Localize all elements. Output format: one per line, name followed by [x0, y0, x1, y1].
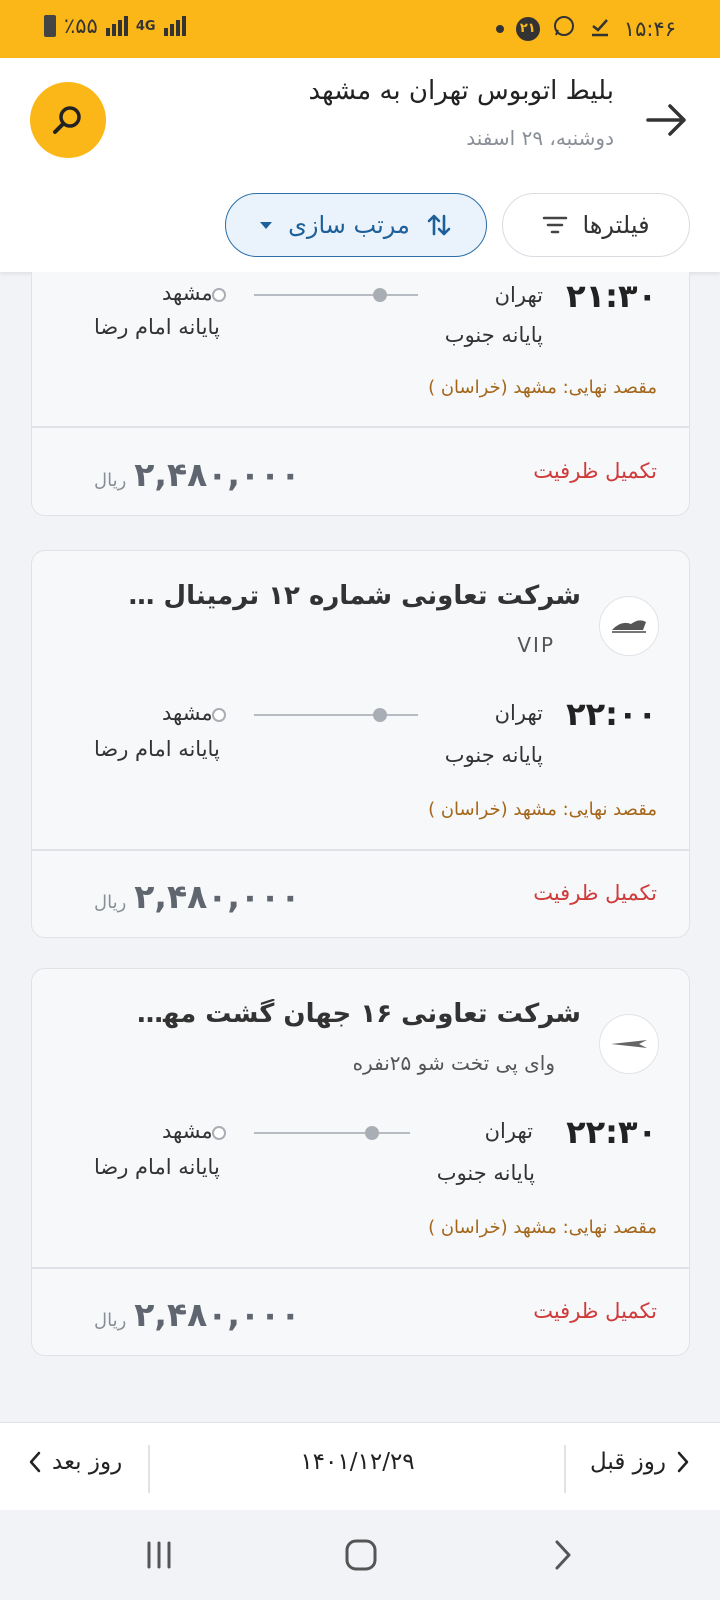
- home-button[interactable]: [336, 1532, 386, 1578]
- destination-terminal: پایانه امام رضا: [94, 737, 220, 761]
- price-amount: ۲,۴۸۰,۰۰۰: [134, 877, 301, 916]
- chevron-right-icon: [677, 1451, 689, 1473]
- route-end-dot: [212, 708, 226, 722]
- system-back-button[interactable]: [538, 1532, 588, 1578]
- final-destination: مقصد نهایی: مشهد (خراسان ): [428, 1217, 657, 1238]
- sort-button[interactable]: مرتب سازی: [225, 193, 487, 257]
- arrow-right-icon: [646, 104, 686, 136]
- price-currency: ریال: [94, 1310, 127, 1331]
- back-button[interactable]: [642, 98, 692, 142]
- status-full-text: تکمیل ظرفیت: [533, 1299, 657, 1323]
- filter-lines-icon: [543, 216, 568, 234]
- price: ۲,۴۸۰,۰۰۰ ریال: [94, 877, 300, 916]
- recent-apps-button[interactable]: [134, 1532, 184, 1578]
- route-start-dot: [373, 288, 387, 302]
- signal-icon-2: [163, 16, 186, 36]
- chevron-left-icon: [29, 1451, 41, 1473]
- status-full-text: تکمیل ظرفیت: [533, 881, 657, 905]
- network-type: 4G: [135, 18, 156, 34]
- departure-time: ۲۱:۳۰: [566, 277, 657, 315]
- status-bar: ٪۵۵ 4G ۲۱ ۱۵:۴۶: [0, 0, 720, 58]
- page-title: بلیط اتوبوس تهران به مشهد: [308, 76, 614, 106]
- separator: [564, 1445, 566, 1493]
- company-logo: [599, 1014, 659, 1074]
- clock-time: ۱۵:۴۶: [623, 16, 676, 41]
- app-header: بلیط اتوبوس تهران به مشهد دوشنبه، ۲۹ اسف…: [0, 58, 720, 272]
- price-currency: ریال: [94, 892, 127, 913]
- status-right: ۲۱ ۱۵:۴۶: [495, 14, 676, 43]
- recent-apps-icon: [147, 1541, 171, 1569]
- trip-list[interactable]: ۲۱:۳۰ تهران پایانه جنوب مشهد پایانه امام…: [0, 272, 720, 1422]
- filters-button[interactable]: فیلترها: [502, 193, 690, 257]
- notification-dot-icon: [495, 24, 504, 33]
- bus-company-logo-icon: [611, 1040, 647, 1048]
- price-amount: ۲,۴۸۰,۰۰۰: [134, 455, 301, 494]
- price-currency: ریال: [94, 470, 127, 491]
- status-left: ٪۵۵ 4G: [44, 14, 186, 38]
- route-line: [254, 1132, 410, 1134]
- destination-city: مشهد: [162, 701, 213, 725]
- search-icon: [53, 106, 81, 134]
- page-subtitle-date: دوشنبه، ۲۹ اسفند: [466, 126, 614, 150]
- route-line: [254, 714, 418, 716]
- previous-day-button[interactable]: روز قبل: [590, 1449, 690, 1475]
- trip-card[interactable]: شرکت تعاونی شماره ۱۲ ترمینال جنوب VIP ۲۲…: [31, 550, 690, 938]
- home-icon: [345, 1539, 377, 1571]
- card-divider: [32, 849, 689, 851]
- route-start-dot: [373, 708, 387, 722]
- final-destination: مقصد نهایی: مشهد (خراسان ): [428, 377, 657, 398]
- bus-type: VIP: [517, 633, 555, 657]
- battery-icon: [44, 15, 56, 37]
- price: ۲,۴۸۰,۰۰۰ ریال: [94, 1295, 300, 1334]
- previous-day-label: روز قبل: [590, 1449, 666, 1475]
- route-start-dot: [365, 1126, 379, 1140]
- chevron-down-icon: [260, 221, 273, 229]
- company-name: شرکت تعاونی ۱۶ جهان گشت مهر- پایا...: [121, 999, 581, 1029]
- destination-terminal: پایانه امام رضا: [94, 1155, 220, 1179]
- price: ۲,۴۸۰,۰۰۰ ریال: [94, 455, 300, 494]
- destination-city: مشهد: [162, 1119, 213, 1143]
- origin-terminal: پایانه جنوب: [444, 323, 543, 347]
- trip-card[interactable]: ۲۱:۳۰ تهران پایانه جنوب مشهد پایانه امام…: [31, 272, 690, 516]
- date-navigation-bar: روز بعد ۱۴۰۱/۱۲/۲۹ روز قبل: [0, 1422, 720, 1510]
- whatsapp-icon: [552, 14, 576, 43]
- origin-city: تهران: [494, 701, 543, 725]
- card-divider: [32, 426, 689, 428]
- notification-count-badge: ۲۱: [515, 16, 540, 41]
- system-navigation-bar: [0, 1510, 720, 1600]
- route-line: [254, 294, 418, 296]
- company-logo: [599, 596, 659, 656]
- sort-label: مرتب سازی: [288, 211, 410, 239]
- battery-level: ٪۵۵: [64, 14, 98, 38]
- origin-city: تهران: [494, 283, 543, 307]
- trip-card[interactable]: شرکت تعاونی ۱۶ جهان گشت مهر- پایا... وای…: [31, 968, 690, 1356]
- route-end-dot: [212, 1126, 226, 1140]
- check-download-icon: [588, 14, 612, 43]
- price-amount: ۲,۴۸۰,۰۰۰: [134, 1295, 301, 1334]
- search-button[interactable]: [30, 82, 106, 158]
- destination-city: مشهد: [162, 281, 213, 305]
- final-destination: مقصد نهایی: مشهد (خراسان ): [428, 799, 657, 820]
- bus-company-logo-icon: [612, 620, 646, 633]
- origin-terminal: پایانه جنوب: [444, 743, 543, 767]
- origin-terminal: پایانه جنوب: [436, 1161, 535, 1185]
- company-name: شرکت تعاونی شماره ۱۲ ترمینال جنوب: [121, 581, 581, 611]
- departure-time: ۲۲:۰۰: [566, 695, 657, 733]
- status-full-text: تکمیل ظرفیت: [533, 459, 657, 483]
- route-end-dot: [212, 288, 226, 302]
- current-date[interactable]: ۱۴۰۱/۱۲/۲۹: [150, 1449, 565, 1475]
- chevron-right-icon: [555, 1540, 571, 1570]
- signal-icon: [105, 16, 128, 36]
- destination-terminal: پایانه امام رضا: [94, 315, 220, 339]
- filters-label: فیلترها: [582, 211, 650, 239]
- bus-type: وای پی تخت شو ۲۵نفره: [352, 1051, 555, 1075]
- sort-arrows-icon: [427, 214, 451, 236]
- departure-time: ۲۲:۳۰: [566, 1113, 657, 1151]
- next-day-button[interactable]: روز بعد: [28, 1449, 122, 1475]
- origin-city: تهران: [484, 1119, 533, 1143]
- card-divider: [32, 1267, 689, 1269]
- next-day-label: روز بعد: [52, 1449, 123, 1475]
